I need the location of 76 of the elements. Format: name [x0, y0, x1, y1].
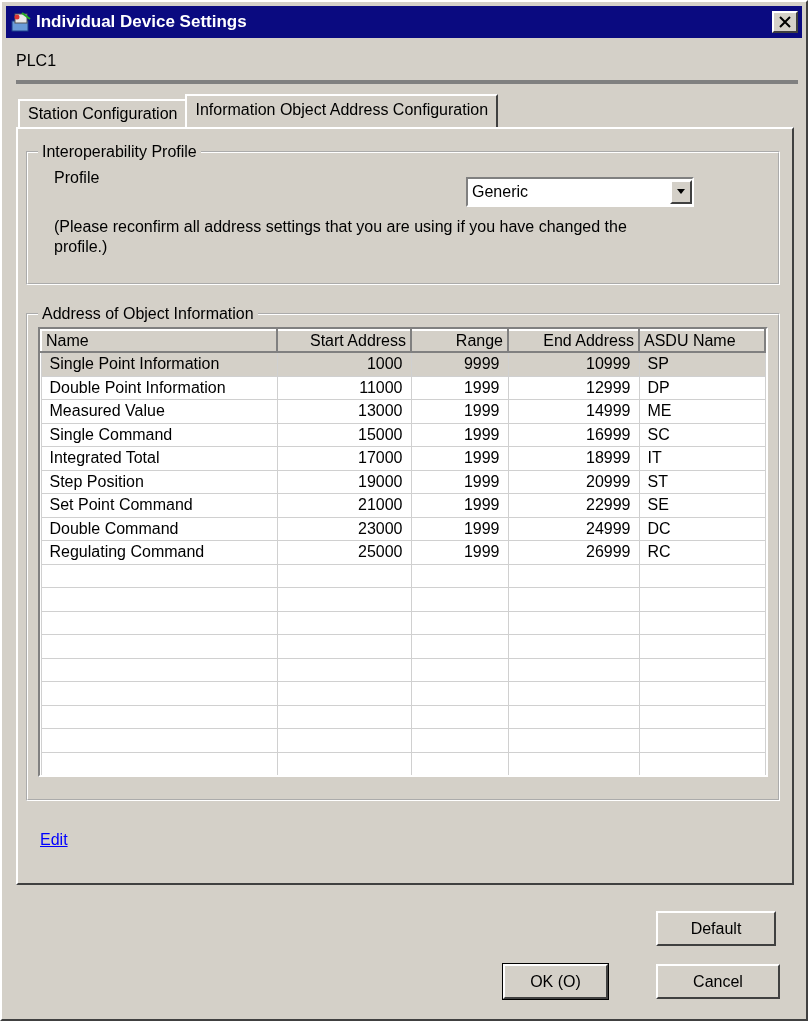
table-cell: IT — [639, 446, 765, 470]
table-cell: 10999 — [508, 352, 639, 376]
profile-dropdown[interactable]: Generic — [466, 177, 694, 207]
table-cell: 1999 — [411, 446, 508, 470]
close-button[interactable] — [772, 11, 798, 33]
close-icon — [779, 16, 791, 28]
table-cell: 15000 — [277, 423, 411, 447]
table-cell: 1000 — [277, 352, 411, 376]
table-cell: SE — [639, 493, 765, 517]
table-cell: 26999 — [508, 540, 639, 564]
table-row[interactable]: Measured Value 13000 1999 14999 ME — [41, 399, 765, 423]
field-label: Profile — [54, 169, 100, 187]
table-cell: 1999 — [411, 423, 508, 447]
table-cell: 1999 — [411, 399, 508, 423]
table-cell: Step Position — [41, 470, 277, 494]
table-row[interactable]: Single Point Information 1000 9999 10999 SP — [41, 352, 765, 376]
note-text: (Please reconfirm all address settings that you are using if you have changed the profile.) — [54, 217, 628, 257]
caret-icon — [676, 189, 686, 195]
column-header[interactable]: Start Address — [277, 330, 411, 352]
table-cell: 24999 — [508, 517, 639, 541]
tab[interactable]: Information Object Address Configuration — [185, 94, 499, 127]
table-cell: ME — [639, 399, 765, 423]
table-cell: 1999 — [411, 540, 508, 564]
table-cell: DP — [639, 376, 765, 400]
table-row[interactable]: Single Command 15000 1999 16999 SC — [41, 423, 765, 447]
table-cell: 12999 — [508, 376, 639, 400]
table-row[interactable]: Regulating Command 25000 1999 26999 RC — [41, 540, 765, 564]
table-cell: 11000 — [277, 376, 411, 400]
table-cell: Measured Value — [41, 399, 277, 423]
table-cell: SC — [639, 423, 765, 447]
column-header[interactable]: Range — [411, 330, 508, 352]
table-cell: ST — [639, 470, 765, 494]
column-header[interactable]: End Address — [508, 330, 639, 352]
edit-link[interactable]: Edit — [40, 831, 68, 849]
table-cell: 20999 — [508, 470, 639, 494]
table-cell: 1999 — [411, 493, 508, 517]
table-cell: Double Command — [41, 517, 277, 541]
table-cell: 1999 — [411, 470, 508, 494]
table-cell: Single Point Information — [41, 352, 277, 376]
table-cell: 19000 — [277, 470, 411, 494]
table-row[interactable]: Double Command 23000 1999 24999 DC — [41, 517, 765, 541]
table-cell: 1999 — [411, 517, 508, 541]
tab[interactable]: Station Configuration — [18, 99, 188, 127]
table-cell: 1999 — [411, 376, 508, 400]
table-cell: Single Command — [41, 423, 277, 447]
table-cell: 18999 — [508, 446, 639, 470]
table-cell: 14999 — [508, 399, 639, 423]
table-cell: Integrated Total — [41, 446, 277, 470]
table-cell: 22999 — [508, 493, 639, 517]
column-header[interactable]: ASDU Name — [639, 330, 765, 352]
table-row[interactable]: Double Point Information 11000 1999 12999 DP — [41, 376, 765, 400]
table-cell: RC — [639, 540, 765, 564]
table-cell: 17000 — [277, 446, 411, 470]
table-cell: DC — [639, 517, 765, 541]
table-cell: 25000 — [277, 540, 411, 564]
device-name: PLC1 — [16, 52, 58, 71]
table-cell: 13000 — [277, 399, 411, 423]
table-cell: 23000 — [277, 517, 411, 541]
table-cell: 21000 — [277, 493, 411, 517]
table-cell: Double Point Information — [41, 376, 277, 400]
table-cell: SP — [639, 352, 765, 376]
table-row[interactable]: Set Point Command 21000 1999 22999 SE — [41, 493, 765, 517]
column-header[interactable]: Name — [41, 330, 277, 352]
default-button[interactable]: Default — [656, 911, 776, 946]
cancel-button[interactable]: Cancel — [656, 964, 780, 999]
app-icon — [10, 11, 32, 33]
table-cell: Set Point Command — [41, 493, 277, 517]
table-cell: 9999 — [411, 352, 508, 376]
table-row[interactable]: Integrated Total 17000 1999 18999 IT — [41, 446, 765, 470]
group-title: Address of Object Information — [41, 305, 255, 323]
ok-button[interactable]: OK (O) — [503, 964, 608, 999]
group-title: Interoperability Profile — [41, 143, 198, 161]
table-row[interactable]: Step Position 19000 1999 20999 ST — [41, 470, 765, 494]
table-cell: Regulating Command — [41, 540, 277, 564]
table-cell: 16999 — [508, 423, 639, 447]
window-title: Individual Device Settings — [36, 12, 248, 32]
